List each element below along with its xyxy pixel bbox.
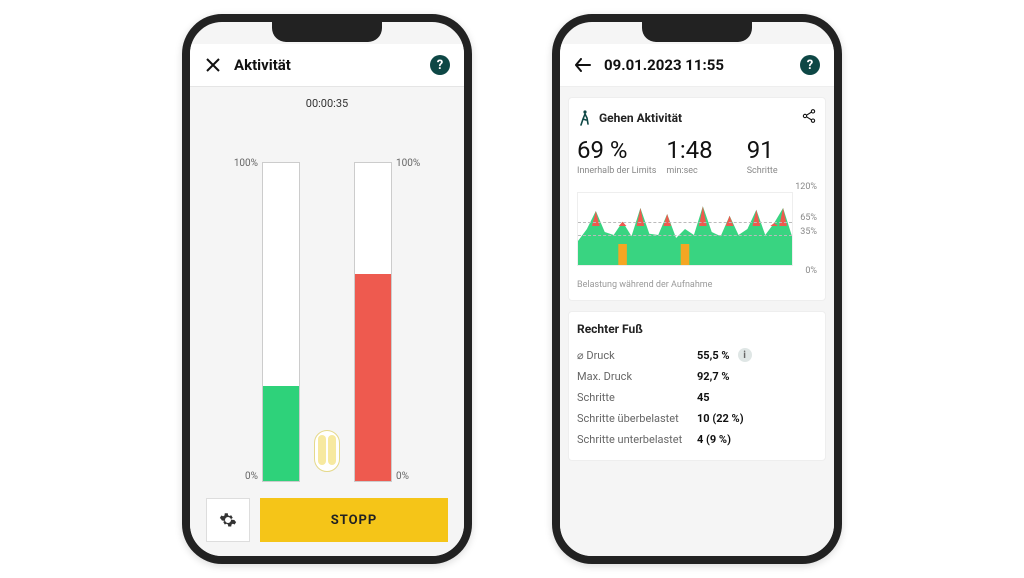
axis-label: 120%	[795, 182, 817, 192]
row-max-druck: Max. Druck 92,7 %	[577, 366, 817, 387]
axis-label: 35%	[800, 227, 817, 237]
axis-label: 0%	[245, 471, 258, 482]
info-icon[interactable]: i	[738, 348, 752, 362]
header: Aktivität ?	[190, 44, 464, 86]
label: Max. Druck	[577, 370, 697, 383]
stat-duration: 1:48 min:sec	[666, 138, 736, 176]
chart-caption: Belastung während der Aufnahme	[577, 280, 817, 290]
load-chart: 120% 65% 35% 0%	[577, 184, 817, 274]
stat-value: 69 %	[577, 138, 656, 162]
label: Schritte	[577, 391, 697, 404]
axis-label: 0%	[396, 471, 409, 482]
value: 45	[697, 391, 710, 404]
timer: 00:00:35	[206, 97, 448, 110]
row-druck: ⌀ Druck 55,5 % i	[577, 344, 817, 366]
axis-label: 65%	[800, 213, 817, 223]
stat-label: min:sec	[666, 166, 736, 176]
axis-label: 100%	[396, 158, 420, 169]
stat-label: Schritte	[747, 166, 817, 176]
stat-steps: 91 Schritte	[747, 138, 817, 176]
gear-icon	[219, 511, 237, 529]
bar-chart: 100% 0% 100% 0%	[206, 116, 448, 492]
foot-left-icon	[318, 435, 326, 465]
help-icon[interactable]: ?	[430, 55, 450, 75]
stat-value: 1:48	[666, 138, 736, 162]
share-icon	[801, 108, 817, 124]
foot-data-card: Rechter Fuß ⌀ Druck 55,5 % i Max. Druck …	[568, 311, 826, 461]
right-foot-bar	[354, 162, 392, 482]
stat-value: 91	[747, 138, 817, 162]
close-icon[interactable]	[204, 58, 222, 72]
summary-card: Gehen Aktivität 69 % Innerhalb der Limit…	[568, 97, 826, 301]
section-title: Rechter Fuß	[577, 322, 817, 336]
target-band	[578, 222, 792, 236]
value: 92,7 %	[697, 370, 730, 383]
row-ueberbelastet: Schritte überbelastet 10 (22 %)	[577, 408, 817, 429]
settings-button[interactable]	[206, 498, 250, 542]
help-icon[interactable]: ?	[800, 55, 820, 75]
value: 10 (22 %)	[697, 412, 744, 425]
bar-fill-left	[263, 386, 299, 481]
stop-button[interactable]: STOPP	[260, 498, 448, 542]
value: 55,5 %	[697, 349, 730, 362]
bar-fill-right	[355, 274, 391, 481]
share-button[interactable]	[801, 108, 817, 128]
header: 09.01.2023 11:55 ?	[560, 44, 834, 86]
left-foot-bar	[262, 162, 300, 482]
walk-icon	[577, 110, 591, 126]
page-title: Aktivität	[234, 56, 291, 74]
axis-label: 0%	[805, 266, 817, 276]
stat-label: Innerhalb der Limits	[577, 166, 656, 176]
label: ⌀ Druck	[577, 349, 697, 362]
row-schritte: Schritte 45	[577, 387, 817, 408]
back-icon[interactable]	[574, 58, 592, 72]
row-unterbelastet: Schritte unterbelastet 4 (9 %)	[577, 429, 817, 450]
foot-right-icon	[328, 435, 336, 465]
phone-activity: Aktivität ? 00:00:35 100% 0%	[182, 14, 472, 564]
activity-type: Gehen Aktivität	[599, 111, 682, 125]
value: 4 (9 %)	[697, 433, 731, 446]
stat-within-limits: 69 % Innerhalb der Limits	[577, 138, 656, 176]
page-title: 09.01.2023 11:55	[604, 56, 724, 74]
axis-label: 100%	[234, 158, 258, 169]
label: Schritte unterbelastet	[577, 433, 697, 446]
phone-detail: 09.01.2023 11:55 ? Gehen Aktivität 69 % …	[552, 14, 842, 564]
feet-icon	[314, 430, 340, 472]
label: Schritte überbelastet	[577, 412, 697, 425]
